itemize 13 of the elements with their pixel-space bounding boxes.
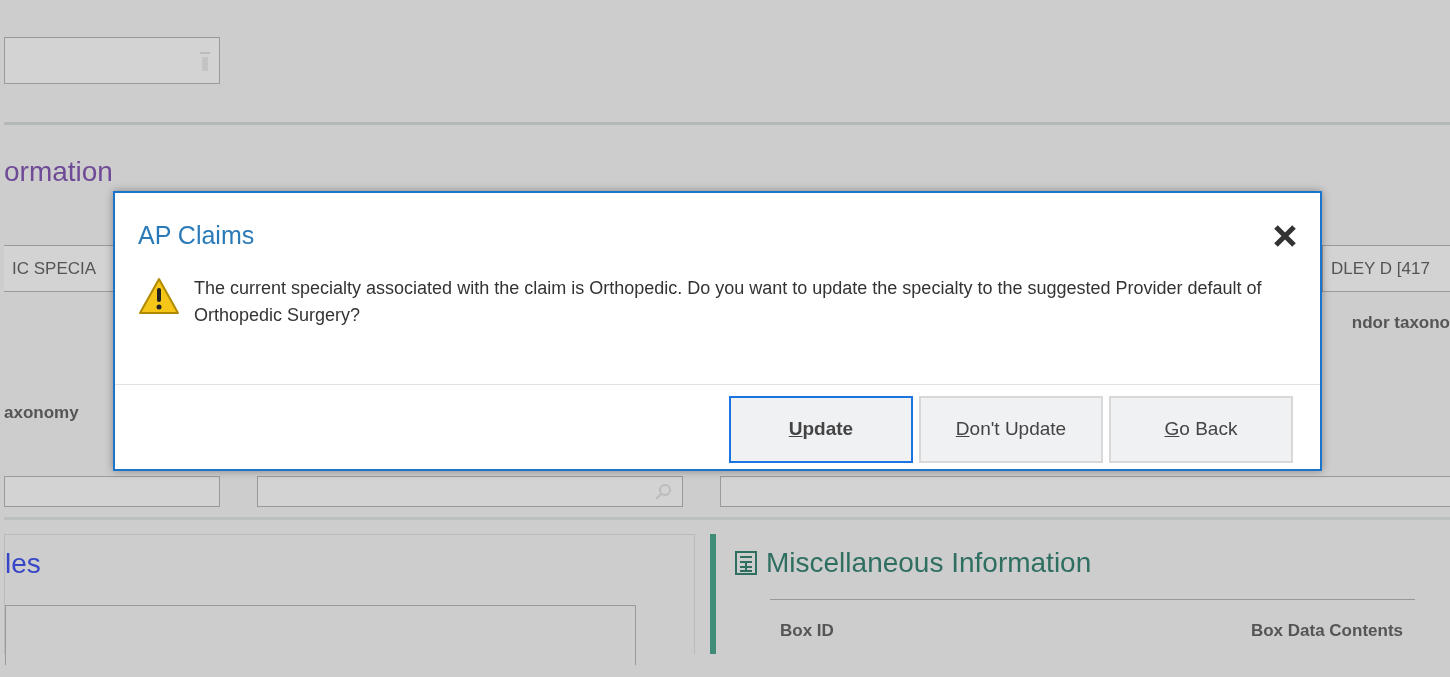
column-header: Box ID <box>780 620 834 642</box>
section-heading: ormation <box>4 155 114 189</box>
dialog-button[interactable]: Update <box>729 395 913 463</box>
provider-field[interactable]: DLEY D [417 <box>1322 245 1450 292</box>
dialog-button[interactable]: Don't Update <box>919 395 1103 463</box>
section-heading: les <box>5 547 42 581</box>
field-label: axonomy <box>4 403 79 422</box>
dialog-button[interactable]: Go Back <box>1109 395 1293 463</box>
column-header: Box Data Contents <box>1250 620 1403 642</box>
dialog-message: The current specialty associated with the claim is Orthopedic. Do you want to update the specialty to the suggested Provider default of Orthopedic Surgery? <box>194 276 1263 327</box>
field-label: ndor taxono <box>1351 312 1450 334</box>
section-heading: Miscellaneous Information <box>766 546 1092 580</box>
dialog-title: AP Claims <box>138 220 255 251</box>
